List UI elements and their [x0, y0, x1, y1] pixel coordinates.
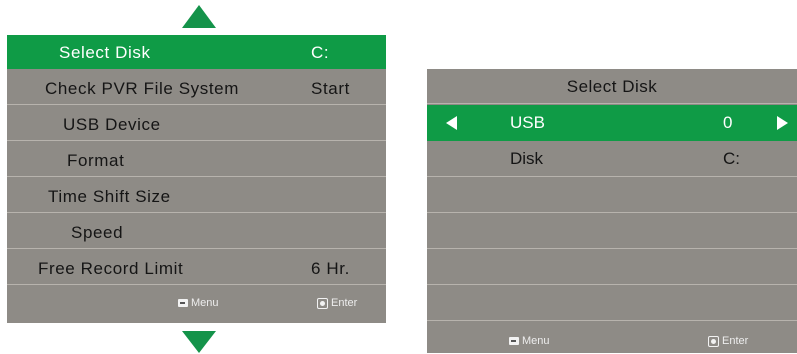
- menu-key-icon: [178, 299, 188, 307]
- option-usb[interactable]: USB 0: [427, 105, 797, 141]
- option-value: 0: [723, 113, 733, 132]
- menu-item-value: C:: [311, 43, 330, 62]
- menu-item-format[interactable]: Format: [7, 143, 386, 177]
- footer-enter-label: Enter: [331, 297, 358, 309]
- scroll-down-icon[interactable]: [182, 331, 216, 353]
- option-disk[interactable]: Disk C:: [427, 141, 797, 177]
- menu-item-check-pvr-file-system[interactable]: Check PVR File System Start: [7, 71, 386, 105]
- menu-item-label: Time Shift Size: [48, 187, 171, 206]
- menu-item-select-disk[interactable]: Select Disk C:: [7, 35, 386, 69]
- menu-item-free-record-limit[interactable]: Free Record Limit 6 Hr.: [7, 251, 386, 285]
- footer-enter-label: Enter: [722, 335, 749, 347]
- pvr-menu-panel: Select Disk C: Check PVR File System Sta…: [7, 35, 386, 323]
- menu-item-label: Format: [67, 151, 125, 170]
- arrow-left-icon[interactable]: [446, 116, 457, 130]
- footer-enter-hint: Enter: [708, 335, 748, 347]
- select-disk-panel: Select Disk USB 0 Disk C: Menu Enter: [427, 69, 797, 353]
- enter-key-icon: [317, 297, 328, 309]
- empty-row: [427, 177, 797, 213]
- footer-menu-label: Menu: [191, 297, 219, 309]
- menu-item-label: Select Disk: [59, 43, 151, 62]
- menu-item-speed[interactable]: Speed: [7, 215, 386, 249]
- empty-row: [427, 285, 797, 321]
- menu-item-label: Check PVR File System: [45, 79, 239, 98]
- footer-menu-hint: Menu: [509, 335, 550, 347]
- empty-row: [427, 213, 797, 249]
- option-label: Disk: [510, 149, 544, 168]
- menu-item-label: Speed: [71, 223, 124, 242]
- empty-row: [427, 249, 797, 285]
- menu-item-time-shift-size[interactable]: Time Shift Size: [7, 179, 386, 213]
- panel-title: Select Disk: [427, 69, 797, 104]
- enter-key-icon: [708, 335, 719, 347]
- option-value: C:: [723, 149, 740, 168]
- menu-key-icon: [509, 337, 519, 345]
- footer-menu-label: Menu: [522, 335, 550, 347]
- menu-item-value: Start: [311, 79, 350, 98]
- arrow-right-icon[interactable]: [777, 116, 788, 130]
- footer-menu-hint: Menu: [178, 297, 219, 309]
- footer-enter-hint: Enter: [317, 297, 357, 309]
- menu-item-value: 6 Hr.: [311, 259, 350, 278]
- menu-item-label: USB Device: [63, 115, 161, 134]
- menu-item-usb-device[interactable]: USB Device: [7, 107, 386, 141]
- option-label: USB: [510, 113, 545, 132]
- menu-item-label: Free Record Limit: [38, 259, 184, 278]
- scroll-up-icon[interactable]: [182, 5, 216, 28]
